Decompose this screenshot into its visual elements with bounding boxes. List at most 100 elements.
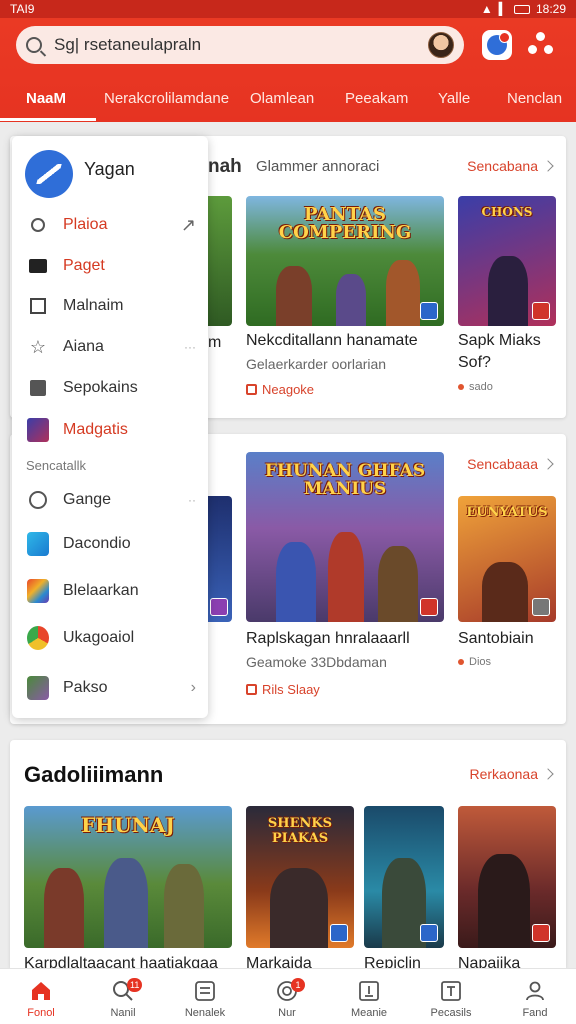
home-icon [32,982,50,1000]
game-thumbnail[interactable]: FHUNAN GHFAS MANIUS [246,452,444,622]
game-thumbnail[interactable] [364,806,444,948]
tab-2[interactable]: Nerakcrolilamdane [104,90,229,107]
app-logo-icon [25,150,73,198]
nav-list[interactable]: Nenalek [164,969,246,1024]
download-icon [359,981,379,1001]
search-icon [27,214,49,236]
nav-home[interactable]: Fonol [0,969,82,1024]
avatar[interactable] [428,32,454,58]
status-bar: TAI9 ▲ ▍ 18:29 [0,0,576,18]
platform-badge [420,302,438,320]
chrome-icon [27,626,49,650]
notifications-button[interactable] [482,30,512,60]
share-button[interactable] [528,32,554,58]
tab-bar: NaaM Nerakcrolilamdane Olamlean Peeakam … [0,82,576,122]
game-small-icon [27,676,49,700]
game-thumbnail[interactable]: CHONS [458,196,556,326]
menu-item-8[interactable]: Dacondio [12,527,208,561]
menu-item-9[interactable]: Blelaarkan [12,574,208,608]
card-meta: Rils Slaay [246,682,320,697]
nav-search[interactable]: 11 Nanil [82,969,164,1024]
app-colorful-icon [27,579,49,603]
game-thumbnail[interactable]: PANTAS COMPERING [246,196,444,326]
menu-item-11[interactable]: Pakso › [12,671,208,705]
see-all-link[interactable]: Sencabana [467,158,554,174]
card-subtitle: Gelaerkarder oorlarian [246,356,387,372]
card-title[interactable]: Nekcditallann hanamate [246,332,418,350]
dot-icon [458,659,464,665]
menu-item-4[interactable]: ☆ Aiana ··· [12,330,208,364]
platform-badge [532,302,550,320]
person-icon [526,981,544,1001]
more-icon[interactable]: ·· [188,493,196,507]
bottom-nav: Fonol 11 Nanil Nenalek 1 Nur Meanie Peca… [0,968,576,1024]
card-meta: Neagoke [246,382,314,397]
app-header: Sg| rsetaneulapraln NaaM Nerakcrolilamda… [0,18,576,122]
chevron-right-icon [542,160,554,172]
chevron-right-icon [542,458,554,470]
tab-main[interactable]: NaaM [26,90,66,107]
platform-badge [420,924,438,942]
tag-icon [246,684,257,695]
chevron-right-icon[interactable]: › [191,679,196,697]
platform-badge [532,598,550,616]
chat-icon [27,489,49,511]
see-all-link[interactable]: Sencabaaa [467,456,554,472]
share-icon[interactable]: ↗ [181,215,196,236]
bell-icon [487,32,510,55]
menu-item-2[interactable]: Paget [12,249,208,283]
menu-item-1[interactable]: Plaioa ↗ [12,208,208,242]
card-icon [27,255,49,277]
nav-face[interactable]: 1 Nur [246,969,328,1024]
card-title[interactable]: Sapk Miaks [458,332,541,350]
search-bar[interactable]: Sg| rsetaneulapraln [16,26,464,64]
menu-item-6[interactable]: Madgatis [12,413,208,447]
tag-icon [441,981,461,1001]
card-title[interactable]: Santobiain [458,630,534,648]
card-title-fragment: m [208,334,222,351]
card-title-line2: Sof? [458,354,491,371]
card-meta: Dios [458,656,491,668]
list-icon [195,981,215,1001]
game-thumb-icon [27,418,49,442]
card-title[interactable]: Raplskagan hnralaaarll [246,630,410,648]
game-thumbnail[interactable]: FHUNAJ [24,806,232,948]
notification-badge: 1 [291,978,305,992]
section-heading: Gadoliiimann [24,762,164,787]
game-thumbnail[interactable] [458,806,556,948]
game-thumbnail[interactable]: SHENKS PIAKAS [246,806,354,948]
tab-3[interactable]: Olamlean [250,90,314,107]
nav-profile[interactable]: Fand [494,969,576,1024]
menu-item-3[interactable]: Malnaim [12,289,208,323]
nav-download[interactable]: Meanie [328,969,410,1024]
card-meta: sado [458,381,493,393]
more-icon[interactable]: ··· [184,340,196,354]
section-heading: nah [208,156,242,177]
notification-badge: 11 [127,978,143,992]
tab-5[interactable]: Yalle [438,90,470,107]
tab-4[interactable]: Peeakam [345,90,408,107]
clock: 18:29 [535,2,566,16]
menu-item-7[interactable]: Gange ·· [12,483,208,517]
signal-icon: ▍ [498,2,508,16]
star-icon: ☆ [29,336,47,357]
nav-tag[interactable]: Pecasils [410,969,492,1024]
battery-icon [513,4,530,14]
menu-section-label: Sencatallk [26,458,86,473]
tab-indicator [0,118,96,121]
menu-item-5[interactable]: Sepokains [12,371,208,405]
section-subheading: Glammer annoraci [256,158,380,175]
platform-badge [420,598,438,616]
square-icon [27,295,49,317]
grid-icon [27,377,49,399]
platform-badge [330,924,348,942]
app-blue-icon [27,532,49,556]
menu-item-10[interactable]: Ukagoaiol [12,621,208,655]
see-all-link[interactable]: Rerkaonaa [470,766,554,782]
tab-6[interactable]: Nenclan [507,90,562,107]
search-input[interactable]: Sg| rsetaneulapraln [54,35,428,55]
carrier-text: TAI9 [10,2,35,16]
tag-icon [246,384,257,395]
wifi-icon: ▲ [480,2,493,16]
game-thumbnail[interactable]: EUNYATUS [458,496,556,622]
